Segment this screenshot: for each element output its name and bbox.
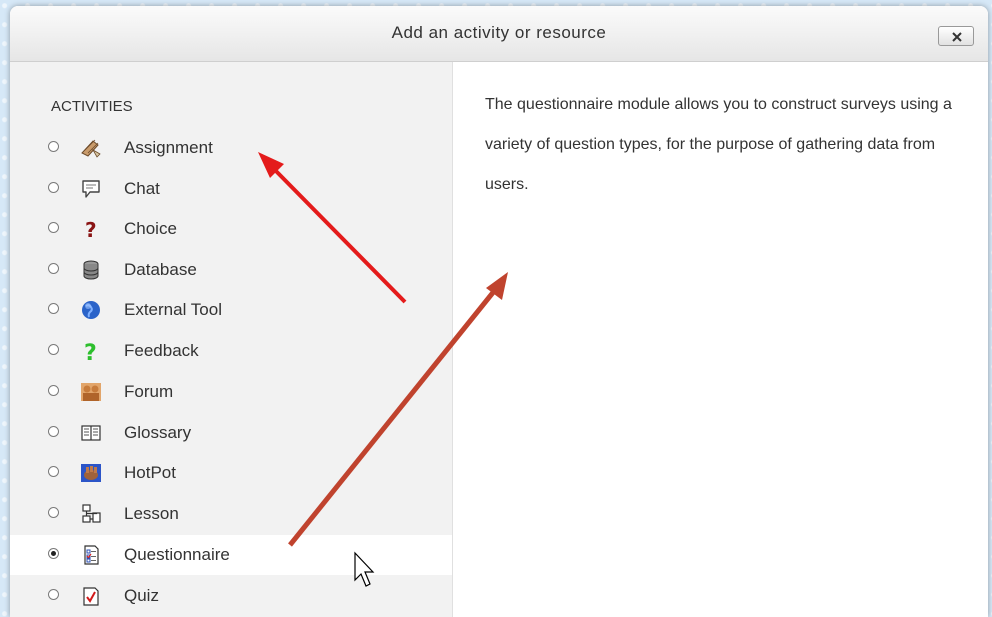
radio-lesson[interactable] <box>48 507 59 518</box>
svg-text:?: ? <box>84 341 97 363</box>
add-activity-dialog: Add an activity or resource ACTIVITIES A… <box>10 6 988 617</box>
feedback-icon: ? <box>84 341 97 363</box>
activity-label-feedback: Feedback <box>124 341 199 360</box>
chat-icon <box>82 180 100 198</box>
activity-option-assignment[interactable]: Assignment <box>10 128 452 168</box>
radio-choice[interactable] <box>48 222 59 233</box>
dialog-title: Add an activity or resource <box>391 23 607 42</box>
activity-option-questionnaire[interactable]: Questionnaire <box>10 535 452 575</box>
activity-label-glossary: Glossary <box>124 423 192 442</box>
activity-label-questionnaire: Questionnaire <box>124 545 230 564</box>
questionnaire-icon <box>84 545 99 565</box>
activity-label-hotpot: HotPot <box>124 463 176 482</box>
activity-label-lesson: Lesson <box>124 504 179 523</box>
activities-list-pane: ACTIVITIES Assignment Chat ? Choice Data… <box>10 62 453 617</box>
activity-label-chat: Chat <box>124 179 160 198</box>
activity-option-lesson[interactable]: Lesson <box>10 494 452 534</box>
radio-database[interactable] <box>48 263 59 274</box>
activity-label-external-tool: External Tool <box>124 300 222 319</box>
radio-forum[interactable] <box>48 385 59 396</box>
description-pane: The questionnaire module allows you to c… <box>453 62 988 617</box>
activity-description: The questionnaire module allows you to c… <box>485 96 952 193</box>
radio-chat[interactable] <box>48 182 59 193</box>
dialog-titlebar: Add an activity or resource <box>10 6 988 62</box>
svg-text:?: ? <box>85 218 97 241</box>
radio-hotpot[interactable] <box>48 466 59 477</box>
activity-label-quiz: Quiz <box>124 586 159 605</box>
quiz-icon <box>83 587 99 606</box>
close-icon <box>952 32 962 42</box>
activity-label-choice: Choice <box>124 219 177 238</box>
activity-option-choice[interactable]: ? Choice <box>10 209 452 249</box>
activity-option-glossary[interactable]: Glossary <box>10 413 452 453</box>
lesson-icon <box>82 504 101 523</box>
activity-option-chat[interactable]: Chat <box>10 169 452 209</box>
assignment-icon <box>81 139 101 158</box>
radio-feedback[interactable] <box>48 344 59 355</box>
database-icon <box>83 260 99 280</box>
glossary-icon <box>81 425 101 441</box>
activities-heading: ACTIVITIES <box>51 98 133 115</box>
activity-label-forum: Forum <box>124 382 174 401</box>
activity-label-database: Database <box>124 260 197 279</box>
close-button[interactable] <box>938 26 974 46</box>
activity-option-hotpot[interactable]: HotPot <box>10 453 452 493</box>
radio-quiz[interactable] <box>48 589 59 600</box>
activity-option-feedback[interactable]: ? Feedback <box>10 331 452 371</box>
activity-option-external-tool[interactable]: External Tool <box>10 290 452 330</box>
radio-glossary[interactable] <box>48 426 59 437</box>
activity-option-forum[interactable]: Forum <box>10 372 452 412</box>
hotpot-icon <box>81 464 101 482</box>
forum-icon <box>81 383 101 401</box>
activity-label-assignment: Assignment <box>124 138 213 157</box>
activity-option-database[interactable]: Database <box>10 250 452 290</box>
activity-option-quiz[interactable]: Quiz <box>10 576 452 616</box>
external-tool-icon <box>82 301 100 319</box>
radio-questionnaire[interactable] <box>48 548 59 559</box>
radio-assignment[interactable] <box>48 141 59 152</box>
radio-external-tool[interactable] <box>48 303 59 314</box>
choice-icon: ? <box>85 218 97 241</box>
